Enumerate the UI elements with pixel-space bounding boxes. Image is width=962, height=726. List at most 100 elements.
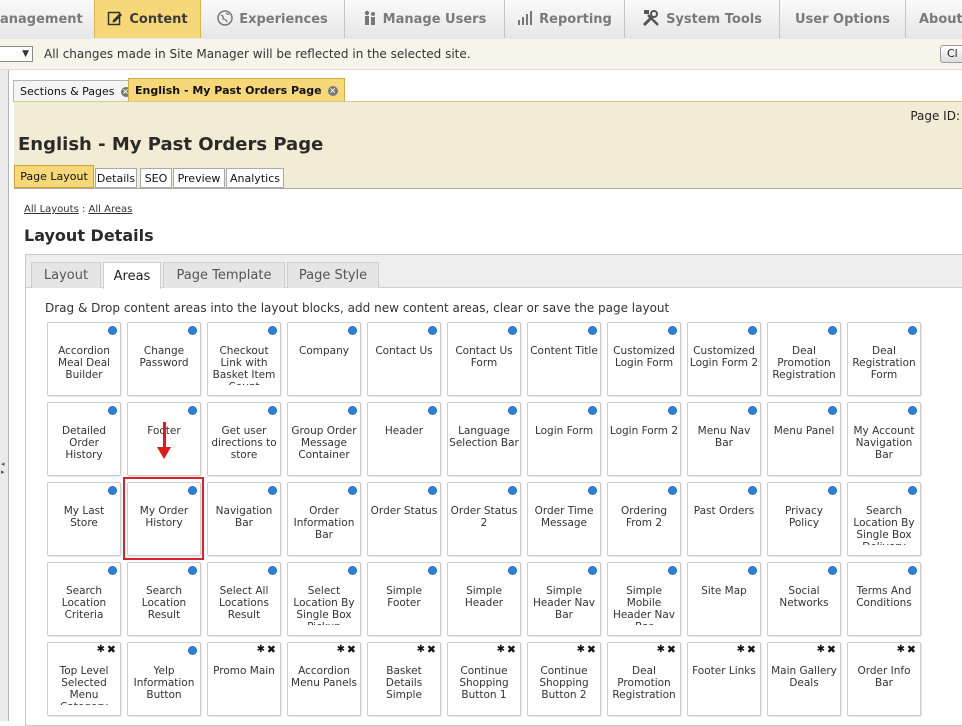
content-area-tile[interactable]: My Last Store [47, 482, 121, 556]
tab-my-past-orders-page[interactable]: English - My Past Orders Page × [128, 78, 345, 102]
content-area-tile[interactable]: Select All Locations Result [207, 562, 281, 636]
settings-gear-icon[interactable] [668, 566, 677, 575]
tab-details[interactable]: Details [95, 168, 137, 188]
content-area-tile[interactable]: Terms And Conditions [847, 562, 921, 636]
settings-gear-icon[interactable]: ✱ [817, 645, 825, 655]
settings-gear-icon[interactable] [188, 406, 197, 415]
delete-icon[interactable]: ✖ [827, 644, 836, 655]
settings-gear-icon[interactable] [588, 326, 597, 335]
settings-gear-icon[interactable] [588, 406, 597, 415]
settings-gear-icon[interactable]: ✱ [897, 645, 905, 655]
collapse-handle-icon[interactable]: ◂ ▸ [1, 460, 5, 476]
settings-gear-icon[interactable] [108, 566, 117, 575]
breadcrumb-all-layouts[interactable]: All Layouts [24, 204, 79, 215]
breadcrumb-all-areas[interactable]: All Areas [89, 204, 133, 215]
content-area-tile[interactable]: Search Location By Single Box Delivery A… [847, 482, 921, 556]
delete-icon[interactable]: ✖ [267, 644, 276, 655]
content-area-tile[interactable]: Past Orders [687, 482, 761, 556]
settings-gear-icon[interactable] [108, 326, 117, 335]
settings-gear-icon[interactable] [668, 486, 677, 495]
settings-gear-icon[interactable] [268, 566, 277, 575]
settings-gear-icon[interactable] [108, 486, 117, 495]
close-icon[interactable]: × [327, 85, 338, 96]
settings-gear-icon[interactable] [908, 486, 917, 495]
settings-gear-icon[interactable] [188, 566, 197, 575]
nav-item-content[interactable]: Content [94, 0, 201, 38]
delete-icon[interactable]: ✖ [907, 644, 916, 655]
settings-gear-icon[interactable] [508, 486, 517, 495]
content-area-tile[interactable]: Main Gallery Deals ✱ ✖ [767, 642, 841, 716]
nav-item-site-management[interactable]: anagement [0, 0, 95, 38]
content-area-tile[interactable]: Company [287, 322, 361, 396]
settings-gear-icon[interactable] [348, 486, 357, 495]
tab-preview[interactable]: Preview [173, 168, 225, 188]
settings-gear-icon[interactable]: ✱ [97, 645, 105, 655]
settings-gear-icon[interactable] [428, 486, 437, 495]
nav-item-manage-users[interactable]: Manage Users [345, 0, 505, 38]
content-area-tile[interactable]: Navigation Bar [207, 482, 281, 556]
settings-gear-icon[interactable]: ✱ [417, 645, 425, 655]
settings-gear-icon[interactable] [908, 326, 917, 335]
clear-button[interactable]: Cl [940, 45, 962, 63]
content-area-tile[interactable]: Deal Promotion Registration [767, 322, 841, 396]
settings-gear-icon[interactable] [828, 486, 837, 495]
settings-gear-icon[interactable] [828, 326, 837, 335]
content-area-tile[interactable]: Ordering From 2 [607, 482, 681, 556]
settings-gear-icon[interactable] [268, 486, 277, 495]
content-area-tile[interactable]: Change Password [127, 322, 201, 396]
tab-seo[interactable]: SEO [140, 168, 172, 188]
content-area-tile[interactable]: Accordion Meal Deal Builder [47, 322, 121, 396]
content-area-tile[interactable]: Detailed Order History [47, 402, 121, 476]
settings-gear-icon[interactable] [428, 566, 437, 575]
settings-gear-icon[interactable] [588, 486, 597, 495]
content-area-tile[interactable]: Continue Shopping Button 1 ✱ ✖ [447, 642, 521, 716]
nav-item-experiences[interactable]: Experiences [201, 0, 345, 38]
content-area-tile[interactable]: Order Time Message [527, 482, 601, 556]
content-area-tile[interactable]: Footer Links ✱ ✖ [687, 642, 761, 716]
content-area-tile[interactable]: Top Level Selected Menu Category ✱✖ [47, 642, 121, 716]
content-area-tile[interactable]: Order Information Bar [287, 482, 361, 556]
content-area-tile[interactable]: Menu Nav Bar [687, 402, 761, 476]
content-area-tile[interactable]: Deal Registration Form [847, 322, 921, 396]
settings-gear-icon[interactable]: ✱ [737, 645, 745, 655]
tab-page-layout[interactable]: Page Layout [14, 165, 94, 188]
settings-gear-icon[interactable] [188, 326, 197, 335]
content-area-tile[interactable]: Checkout Link with Basket Item Count [207, 322, 281, 396]
settings-gear-icon[interactable] [268, 326, 277, 335]
nav-item-user-options[interactable]: User Options [780, 0, 906, 38]
settings-gear-icon[interactable] [908, 566, 917, 575]
delete-icon[interactable]: ✖ [587, 644, 596, 655]
settings-gear-icon[interactable] [428, 406, 437, 415]
content-area-tile[interactable]: Contact Us [367, 322, 441, 396]
tab-page-template[interactable]: Page Template [163, 262, 285, 288]
settings-gear-icon[interactable] [508, 406, 517, 415]
content-area-tile[interactable]: Basket Details Simple ✱ ✖ [367, 642, 441, 716]
content-area-tile[interactable]: Header [367, 402, 441, 476]
content-area-tile[interactable]: Simple Mobile Header Nav Bar [607, 562, 681, 636]
settings-gear-icon[interactable] [348, 326, 357, 335]
tab-layout[interactable]: Layout [31, 262, 101, 288]
site-select-dropdown[interactable]: ▼ [0, 46, 33, 62]
content-area-tile[interactable]: Site Map [687, 562, 761, 636]
content-area-tile[interactable]: Customized Login Form [607, 322, 681, 396]
nav-item-about[interactable]: About [906, 0, 962, 38]
settings-gear-icon[interactable] [108, 406, 117, 415]
delete-icon[interactable]: ✖ [347, 644, 356, 655]
content-area-tile[interactable]: Simple Header [447, 562, 521, 636]
content-area-tile[interactable]: Select Location By Single Box Pickup Add… [287, 562, 361, 636]
tab-page-style[interactable]: Page Style [287, 262, 379, 288]
settings-gear-icon[interactable] [588, 566, 597, 575]
settings-gear-icon[interactable]: ✱ [337, 645, 345, 655]
content-area-tile[interactable]: Login Form [527, 402, 601, 476]
content-area-tile[interactable]: Promo Main ✱ ✖ [207, 642, 281, 716]
tab-analytics[interactable]: Analytics [226, 168, 284, 188]
content-area-tile[interactable]: Order Status [367, 482, 441, 556]
settings-gear-icon[interactable]: ✱ [657, 645, 665, 655]
delete-icon[interactable]: ✖ [747, 644, 756, 655]
content-area-tile[interactable]: Group Order Message Container [287, 402, 361, 476]
content-area-tile[interactable]: Yelp Information Button [127, 642, 201, 716]
settings-gear-icon[interactable] [348, 406, 357, 415]
content-area-tile[interactable]: Social Networks [767, 562, 841, 636]
settings-gear-icon[interactable] [508, 566, 517, 575]
content-area-tile[interactable]: Language Selection Bar [447, 402, 521, 476]
